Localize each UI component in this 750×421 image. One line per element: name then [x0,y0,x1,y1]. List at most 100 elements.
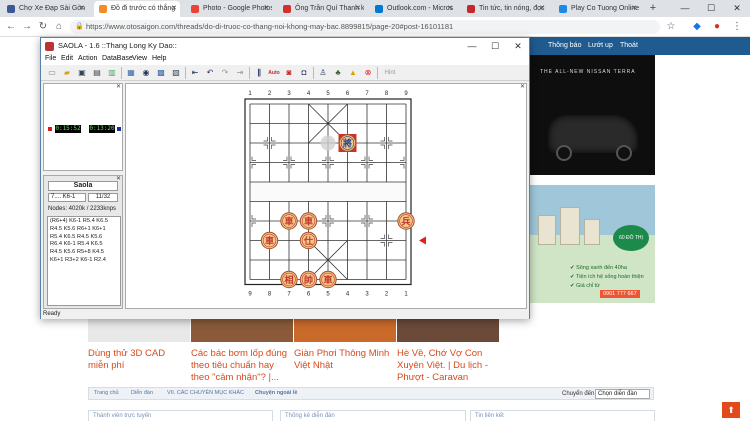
menu-file[interactable]: File [45,55,56,62]
browser-menu-icon[interactable]: ⋮ [730,20,744,34]
database-search-icon[interactable]: ◉ [140,67,152,79]
xiangqi-board[interactable]: 1 2 3 4 5 6 7 8 99 8 7 6 5 4 3 2 1將兵車 車車 仕相帥車 [126,84,528,310]
tab-close-icon[interactable]: ✕ [631,1,637,17]
stop-icon[interactable]: ⊗ [362,67,374,79]
article-thumbnail[interactable] [88,316,190,342]
engine-pane: ✕ Saola 7.... K6-1 11/32 Nodes: 4020k / … [43,175,123,309]
tab-close-icon[interactable]: ✕ [79,1,85,17]
tab-close-icon[interactable]: ✕ [447,1,453,17]
file-label-bottom: 5 [326,292,330,298]
article-title-link[interactable]: Hè Về, Chớ Vợ Con Xuyên Việt. | Du lịch … [397,348,497,384]
article-thumbnail[interactable] [191,316,293,342]
file-label-top: 2 [268,91,272,97]
tab-close-icon[interactable]: ✕ [171,1,177,17]
window-minimize-button[interactable]: — [672,0,698,17]
new-file-icon[interactable]: ▭ [46,67,58,79]
browser-tab[interactable]: Outlook.com - Micros ✕ [370,1,456,17]
window-close-button[interactable]: ✕ [724,0,750,17]
app-title-bar[interactable]: SAOLA - 1.6 ::Thang Long Ky Dao:: — ☐ ✕ [41,38,529,54]
first-move-icon[interactable]: ⇤ [189,67,201,79]
auto-play-icon[interactable]: Auto [268,67,280,79]
building-image [560,207,580,245]
tab-label: Đồ đi trước có thắng [111,5,176,12]
human-player-icon[interactable]: ♙ [317,67,329,79]
warning-icon[interactable]: ▲ [347,67,359,79]
ad-banner-real-estate[interactable]: 60 ĐÔ THỊ ✔ Sông xanh đến 40ha ✔ Tiện íc… [530,185,655,303]
pause-icon[interactable]: ∥ [253,67,265,79]
ad-banner-car[interactable]: THE ALL-NEW NISSAN TERRA [530,55,655,175]
file-label-bottom: 2 [385,292,389,298]
engine-red-icon[interactable]: ◙ [283,67,295,79]
pv-line: R4.5 K5.6 R5+8 K4.5 [50,249,104,256]
breadcrumb-item[interactable]: Chuyện ngoài lề [255,390,297,396]
breadcrumb-item[interactable]: VII. CÁC CHUYÊN MỤC KHÁC [167,390,244,396]
print-preview-icon[interactable]: ▥ [106,67,118,79]
file-label-top: 5 [326,91,330,97]
browser-tab[interactable]: Đồ đi trước có thắng ✕ [94,1,180,17]
engine-blue-icon[interactable]: ◘ [298,67,310,79]
ad-estate-line: ✔ Sông xanh đến 40ha [570,265,627,271]
url-input[interactable]: 🔒 https://www.otosaigon.com/threads/do-d… [70,20,660,34]
article-title-link[interactable]: Giàn Phơi Thông Minh Việt Nhật [294,348,394,372]
open-folder-icon[interactable]: ▰ [61,67,73,79]
browser-tab[interactable]: Photo - Google Photos ✕ [186,1,272,17]
app-maximize-button[interactable]: ☐ [484,38,506,54]
tab-label: Outlook.com - Micros [387,5,454,12]
menu-help[interactable]: Help [152,55,166,62]
forum-stats-box: Thống kê diễn đàn [280,410,466,421]
nav-scroll-up[interactable]: Lướt up [588,42,613,49]
file-label-top: 8 [385,91,389,97]
app-close-button[interactable]: ✕ [507,38,529,54]
wheel-icon [616,145,632,161]
pane-close-icon[interactable]: ✕ [116,83,121,90]
browser-tab[interactable]: Play Co Tuong Online ✕ [554,1,640,17]
print-icon[interactable]: ▤ [91,67,103,79]
nav-logout[interactable]: Thoát [620,42,638,49]
breadcrumb-item[interactable]: Diễn đàn [131,390,153,396]
back-button[interactable]: ← [4,20,18,34]
menu-database[interactable]: DataBase [102,55,133,62]
article-thumbnail[interactable] [294,316,396,342]
database-edit-icon[interactable]: ▧ [170,67,182,79]
save-icon[interactable]: ▣ [76,67,88,79]
browser-tab[interactable]: Chợ Xe Đạp Sài Gòn ✕ [2,1,88,17]
bookmark-star-icon[interactable]: ☆ [664,20,678,34]
window-maximize-button[interactable]: ☐ [698,0,724,17]
home-button[interactable]: ⌂ [52,20,66,34]
browser-tab[interactable]: Tin tức, tin nóng, đọc ✕ [462,1,548,17]
last-move-icon[interactable]: ⇥ [234,67,246,79]
tab-close-icon[interactable]: ✕ [355,1,361,17]
url-text: https://www.otosaigon.com/threads/do-di-… [86,22,454,31]
hint-button[interactable]: Hint [381,67,399,79]
forward-button[interactable]: → [20,20,34,34]
breadcrumb-item[interactable]: Trang chủ [94,390,119,396]
menu-edit[interactable]: Edit [61,55,73,62]
article-title-link[interactable]: Các bác bơm lốp đúng theo tiêu chuẩn hay… [191,348,291,384]
app-logo-icon [45,42,54,51]
flip-board-icon[interactable]: ♣ [332,67,344,79]
reload-button[interactable]: ↻ [36,20,50,34]
app-minimize-button[interactable]: — [461,38,483,54]
profile-avatar-icon[interactable]: ● [710,20,724,34]
board-setup-icon[interactable]: ▦ [125,67,137,79]
database-icon[interactable]: ▩ [155,67,167,79]
move-origin-marker [320,135,336,151]
article-title-link[interactable]: Dùng thử 3D CAD miễn phí [88,348,188,372]
redo-icon[interactable]: ↷ [219,67,231,79]
tab-close-icon[interactable]: ✕ [539,1,545,17]
article-thumbnail[interactable] [397,316,499,342]
scroll-to-top-button[interactable]: ⬆ [722,402,740,418]
black-clock: 0:13:20 [89,125,115,133]
extension-icon[interactable]: ◆ [690,20,704,34]
menu-action[interactable]: Action [78,55,97,62]
undo-icon[interactable]: ↶ [204,67,216,79]
forum-jump-select[interactable]: Chọn diễn đàn [595,389,650,399]
browser-tab[interactable]: Ông Trần Quí Thanh k ✕ [278,1,364,17]
nav-notifications[interactable]: Thông báo [548,42,581,49]
engine-name: Saola [48,181,118,191]
tab-close-icon[interactable]: ✕ [263,1,269,17]
piece-label: 仕 [303,235,313,247]
menu-view[interactable]: View [132,55,147,62]
file-label-bottom: 3 [365,292,369,298]
new-tab-button[interactable]: + [646,1,660,15]
